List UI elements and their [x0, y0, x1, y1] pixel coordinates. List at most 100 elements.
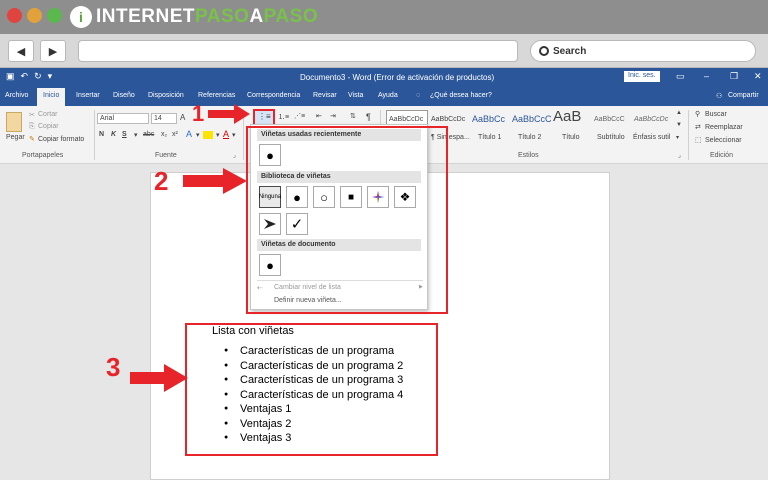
tab-referencias[interactable]: Referencias — [198, 92, 235, 99]
grow-font-icon[interactable]: A — [180, 113, 185, 122]
sign-in-button[interactable]: Inic. ses. — [624, 71, 660, 82]
style-heading1-sample[interactable]: AaBbCc — [472, 114, 505, 124]
style-title-sample[interactable]: AaB — [553, 108, 581, 125]
style-subtle-emphasis-sample[interactable]: AaBbCcDc — [634, 116, 668, 123]
underline-dropdown-icon[interactable]: ▾ — [134, 131, 138, 139]
forward-button[interactable]: ▶ — [40, 40, 66, 62]
paste-icon[interactable] — [6, 112, 22, 132]
style-subtitle-sample[interactable]: AaBbCcC — [594, 116, 625, 123]
select-button[interactable]: Seleccionar — [705, 137, 742, 144]
numbering-icon[interactable]: ⒈≡ — [278, 112, 289, 122]
style-heading2-sample[interactable]: AaBbCcC — [512, 114, 552, 124]
tell-me-search[interactable]: ¿Qué desea hacer? — [430, 92, 492, 99]
tab-correspondencia[interactable]: Correspondencia — [247, 92, 300, 99]
minimize-window-button[interactable] — [27, 8, 42, 23]
separator — [688, 110, 689, 160]
copy-button[interactable]: Copiar — [38, 123, 59, 130]
close-icon[interactable]: ✕ — [754, 71, 762, 82]
browser-toolbar: ◀ ▶ Search — [0, 34, 768, 68]
font-color-dropdown-icon[interactable]: ▾ — [232, 131, 236, 139]
highlight-dropdown-icon[interactable]: ▾ — [216, 131, 220, 139]
undo-icon[interactable]: ↶ — [21, 71, 29, 82]
styles-scroll-up-icon[interactable]: ▲ — [676, 110, 682, 116]
styles-scroll-down-icon[interactable]: ▼ — [676, 122, 682, 128]
tab-disposicion[interactable]: Disposición — [148, 92, 184, 99]
annotation-arrow-3 — [130, 364, 188, 392]
text-effects-icon[interactable]: A — [186, 129, 192, 139]
underline-button[interactable]: S — [122, 131, 127, 138]
font-color-icon[interactable]: A — [223, 129, 229, 139]
tab-revisar[interactable]: Revisar — [313, 92, 337, 99]
styles-dialog-launcher-icon[interactable]: ⌟ — [678, 152, 681, 159]
font-dialog-launcher-icon[interactable]: ⌟ — [233, 152, 236, 159]
style-heading2-name[interactable]: Título 2 — [518, 134, 541, 141]
paste-button[interactable]: Pegar — [6, 134, 25, 141]
back-button[interactable]: ◀ — [8, 40, 34, 62]
find-button[interactable]: Buscar — [705, 111, 727, 118]
italic-button[interactable]: K — [111, 131, 116, 138]
tab-inicio[interactable]: Inicio — [37, 88, 66, 106]
strikethrough-icon[interactable]: abc — [143, 131, 154, 138]
cut-button[interactable]: Cortar — [38, 111, 57, 118]
text-effects-dropdown-icon[interactable]: ▾ — [196, 131, 200, 139]
redo-icon[interactable]: ↻ — [34, 71, 42, 82]
tab-insertar[interactable]: Insertar — [76, 92, 100, 99]
tab-vista[interactable]: Vista — [348, 92, 363, 99]
group-label-styles: Estilos — [518, 152, 539, 159]
subscript-icon[interactable]: x₂ — [161, 131, 167, 138]
font-size-combo[interactable]: 14 — [151, 113, 177, 124]
superscript-icon[interactable]: x² — [172, 131, 178, 138]
select-icon[interactable]: ⬚ — [695, 136, 702, 144]
style-heading1-name[interactable]: Título 1 — [478, 134, 501, 141]
logo-part-paso-2: PASO — [263, 6, 319, 27]
separator — [94, 110, 95, 160]
increase-indent-icon[interactable]: ⇥ — [330, 112, 336, 120]
ribbon-display-icon[interactable]: ▭ — [676, 71, 685, 82]
ribbon-tabs: Archivo Inicio Insertar Diseño Disposici… — [0, 86, 768, 106]
annotation-arrow-1 — [208, 104, 250, 124]
cut-icon[interactable]: ✂ — [29, 111, 35, 119]
maximize-window-button[interactable] — [47, 8, 62, 23]
address-bar[interactable] — [78, 40, 518, 62]
replace-icon[interactable]: ⇄ — [695, 123, 701, 131]
customize-qa-icon[interactable]: ▾ — [48, 71, 53, 82]
multilevel-list-icon[interactable]: ⋰≡ — [294, 112, 305, 120]
annotation-number-1: 1 — [192, 101, 205, 126]
share-icon[interactable]: ⚇ — [716, 92, 722, 100]
group-label-clipboard: Portapapeles — [22, 152, 64, 159]
restore-icon[interactable]: ❐ — [730, 71, 738, 82]
find-icon[interactable]: ⚲ — [695, 110, 700, 118]
style-subtitle-name[interactable]: Subtítulo — [597, 134, 625, 141]
pilcrow-icon[interactable]: ¶ — [366, 112, 371, 122]
save-icon[interactable]: ▣ — [6, 71, 15, 82]
annotation-arrow-2 — [183, 168, 247, 194]
style-subtle-emphasis-name[interactable]: Énfasis sutil — [633, 134, 670, 141]
logo-part-internet: INTERNET — [96, 6, 195, 27]
tab-ayuda[interactable]: Ayuda — [378, 92, 398, 99]
style-no-spacing-sample[interactable]: AaBbCcDc — [431, 116, 465, 123]
decrease-indent-icon[interactable]: ⇤ — [316, 112, 322, 120]
annotation-number-3: 3 — [106, 352, 121, 382]
browser-titlebar: i INTERNETPASOAPASO — [0, 0, 768, 34]
annotation-number-2: 2 — [154, 166, 169, 196]
search-icon — [539, 46, 549, 56]
bold-button[interactable]: N — [99, 131, 104, 138]
sort-icon[interactable]: ⇅ — [350, 112, 356, 120]
tab-archivo[interactable]: Archivo — [5, 92, 28, 99]
font-name-combo[interactable]: Arial — [97, 113, 149, 124]
copy-icon[interactable]: ⎘ — [29, 123, 35, 131]
close-window-button[interactable] — [7, 8, 22, 23]
search-label: Search — [553, 45, 587, 57]
word-titlebar: ▣ ↶ ↻ ▾ Documento3 - Word (Error de acti… — [0, 68, 768, 86]
format-painter-button[interactable]: Copiar formato — [38, 136, 84, 143]
style-title-name[interactable]: Título — [562, 134, 580, 141]
highlight-icon[interactable] — [203, 131, 213, 139]
share-button[interactable]: Compartir — [728, 92, 759, 99]
minimize-icon[interactable]: – — [704, 71, 709, 81]
styles-more-icon[interactable]: ▾ — [676, 134, 679, 141]
format-painter-icon[interactable]: ✎ — [29, 135, 35, 143]
tab-diseno[interactable]: Diseño — [113, 92, 135, 99]
logo-text: INTERNETPASOAPASO — [96, 6, 318, 28]
replace-button[interactable]: Reemplazar — [705, 124, 743, 131]
search-input[interactable]: Search — [530, 40, 756, 62]
